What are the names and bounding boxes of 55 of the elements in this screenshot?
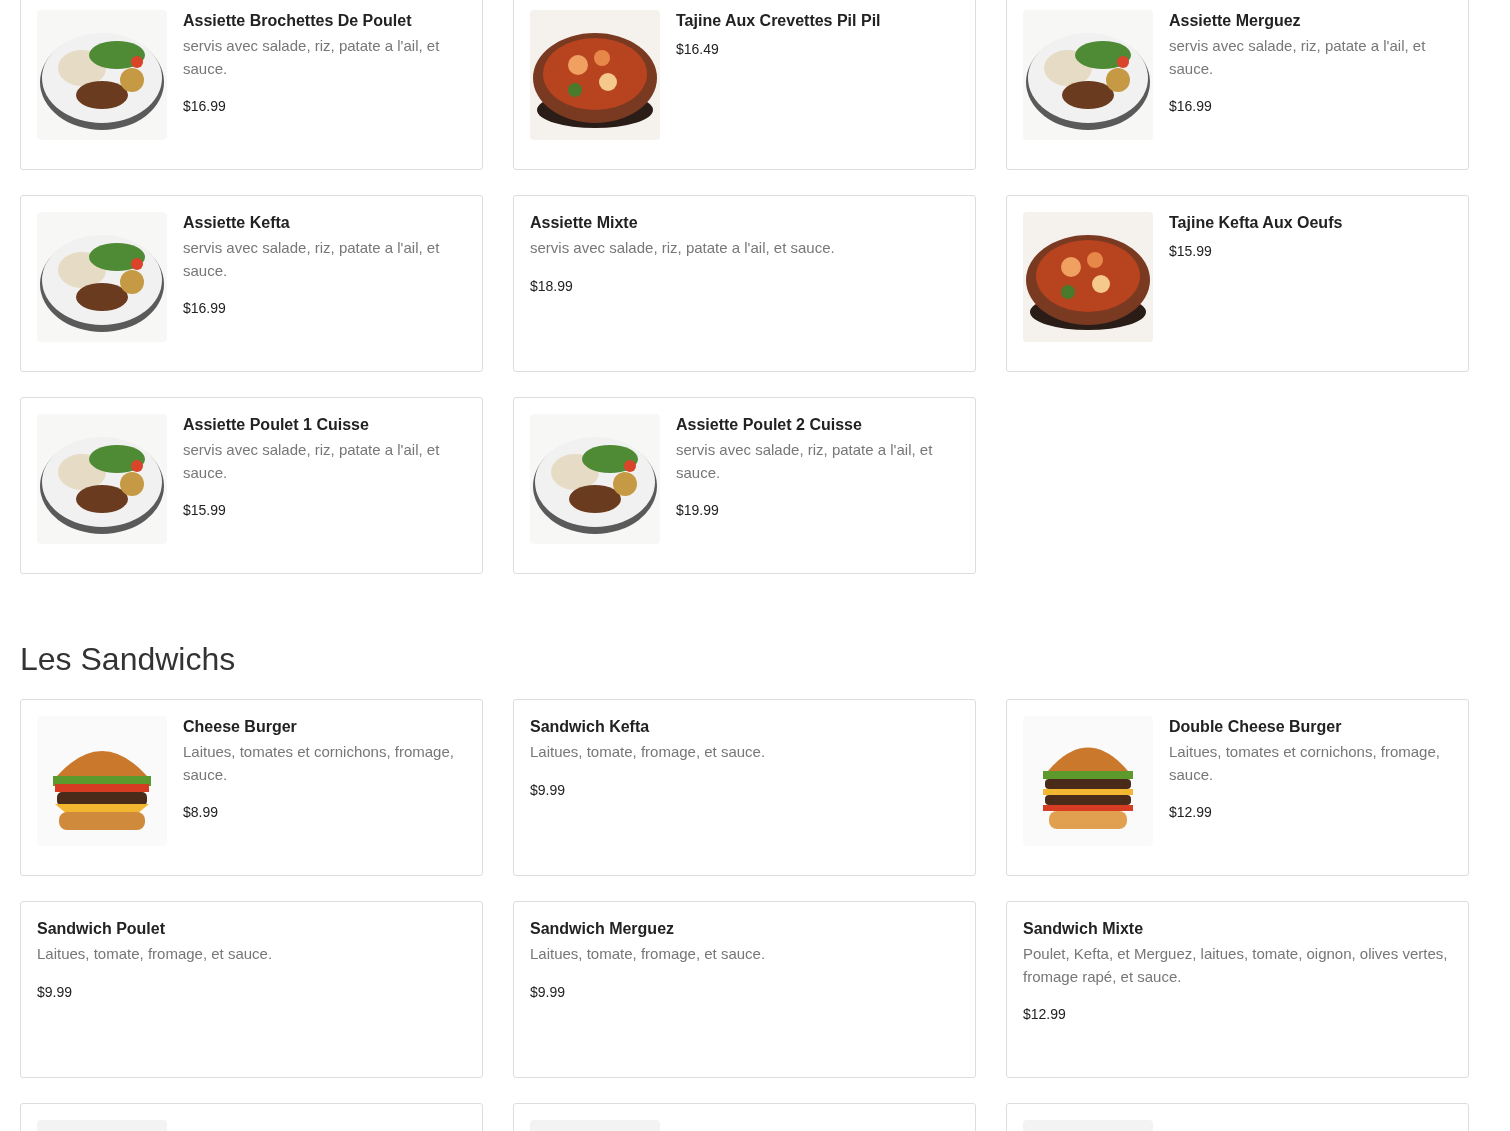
item-name: Tajine Aux Crevettes Pil Pil <box>676 11 881 31</box>
item-price: $16.99 <box>183 299 226 317</box>
menu-card[interactable]: Sandwich Kefta Laitues, tomate, fromage, et sauce. $9.99 <box>513 699 976 876</box>
item-name: Sandwich Poulet <box>37 919 165 939</box>
item-description: servis avec salade, riz, patate a l'ail, et sauce. <box>183 440 441 483</box>
item-description: Laitues, tomate, fromage, et sauce. <box>530 742 766 762</box>
item-description: servis avec salade, riz, patate a l'ail, et sauce. <box>183 36 441 79</box>
item-price: $8.99 <box>183 803 219 821</box>
item-description: Laitues, tomates et cornichons, fromage, sauce. <box>1169 742 1441 785</box>
menu-card[interactable]: Assiette Brochettes De Poulet servis avec salade, riz, patate a l'ail, et sauce. $16.99 <box>20 0 483 170</box>
item-price: $18.99 <box>530 276 573 295</box>
item-name: Assiette Mixte <box>530 213 638 233</box>
menu-card[interactable]: Assiette Merguez servis avec salade, riz, patate a l'ail, et sauce. $16.99 <box>1006 0 1469 170</box>
item-price: $15.99 <box>183 501 226 519</box>
menu-card[interactable]: Sandwich Mixte Poulet, Kefta, et Merguez, laitues, tomate, oignon, olives vertes, fromage rapé, et sauce. $12.99 <box>1006 901 1469 1078</box>
menu-card[interactable]: Assiette Poulet 2 Cuisse servis avec salade, riz, patate a l'ail, et sauce. $19.99 <box>513 397 976 574</box>
item-price: $16.99 <box>183 97 226 115</box>
menu-card[interactable]: Assiette Mixte servis avec salade, riz, patate a l'ail, et sauce. $18.99 <box>513 195 976 372</box>
item-price: $16.99 <box>1169 97 1212 115</box>
item-name: Sandwich Mixte <box>1023 919 1144 939</box>
item-name: Assiette Brochettes De Poulet <box>183 11 412 31</box>
menu-card[interactable]: Sandwich Poulet Laitues, tomate, fromage, et sauce. $9.99 <box>20 901 483 1078</box>
item-price: $9.99 <box>37 982 73 1001</box>
item-name: Sandwich Kefta <box>530 717 650 737</box>
item-price: $19.99 <box>676 501 719 519</box>
menu-card[interactable]: Assiette Poulet 1 Cuisse servis avec salade, riz, patate a l'ail, et sauce. $15.99 <box>20 397 483 574</box>
menu-card[interactable]: Assiette Kefta servis avec salade, riz, patate a l'ail, et sauce. $16.99 <box>20 195 483 372</box>
menu-card[interactable]: Sandwich Merguez Laitues, tomate, fromage, et sauce. $9.99 <box>513 901 976 1078</box>
item-price: $16.49 <box>676 40 719 58</box>
item-description: Poulet, Kefta, et Merguez, laitues, tomate, oignon, olives vertes, fromage rapé, et sauce. <box>1023 944 1449 987</box>
item-name: Assiette Kefta <box>183 213 290 233</box>
item-description: servis avec salade, riz, patate a l'ail, et sauce. <box>1169 36 1427 79</box>
item-description: servis avec salade, riz, patate a l'ail, et sauce. <box>183 238 441 281</box>
item-description: servis avec salade, riz, patate a l'ail, et sauce. <box>676 440 934 483</box>
item-price: $12.99 <box>1023 1005 1066 1023</box>
item-description: servis avec salade, riz, patate a l'ail, et sauce. <box>530 238 835 258</box>
item-name: Double Cheese Burger <box>1169 717 1342 737</box>
item-name: Tajine Kefta Aux Oeufs <box>1169 213 1343 233</box>
section-heading: Les Sandwichs <box>20 640 237 679</box>
item-price: $9.99 <box>530 982 566 1001</box>
item-description: Laitues, tomate, fromage, et sauce. <box>37 944 273 964</box>
item-description: Laitues, tomate, fromage, et sauce. <box>530 944 766 964</box>
item-name: Assiette Merguez <box>1169 11 1301 31</box>
item-name: Sandwich Merguez <box>530 919 675 939</box>
item-price: $9.99 <box>530 780 566 799</box>
menu-card[interactable]: Cheese Burger Laitues, tomates et cornichons, fromage, sauce. $8.99 <box>20 699 483 876</box>
menu-card[interactable]: Tajine Kefta Aux Oeufs $15.99 <box>1006 195 1469 372</box>
item-price: $12.99 <box>1169 803 1212 821</box>
item-name: Cheese Burger <box>183 717 297 737</box>
item-description: Laitues, tomates et cornichons, fromage, sauce. <box>183 742 455 785</box>
menu-card[interactable]: Tajine Aux Crevettes Pil Pil $16.49 <box>513 0 976 170</box>
menu-card[interactable]: Double Cheese Burger Laitues, tomates et cornichons, fromage, sauce. $12.99 <box>1006 699 1469 876</box>
item-name: Assiette Poulet 2 Cuisse <box>676 415 862 435</box>
item-name: Assiette Poulet 1 Cuisse <box>183 415 369 435</box>
item-price: $15.99 <box>1169 242 1212 260</box>
